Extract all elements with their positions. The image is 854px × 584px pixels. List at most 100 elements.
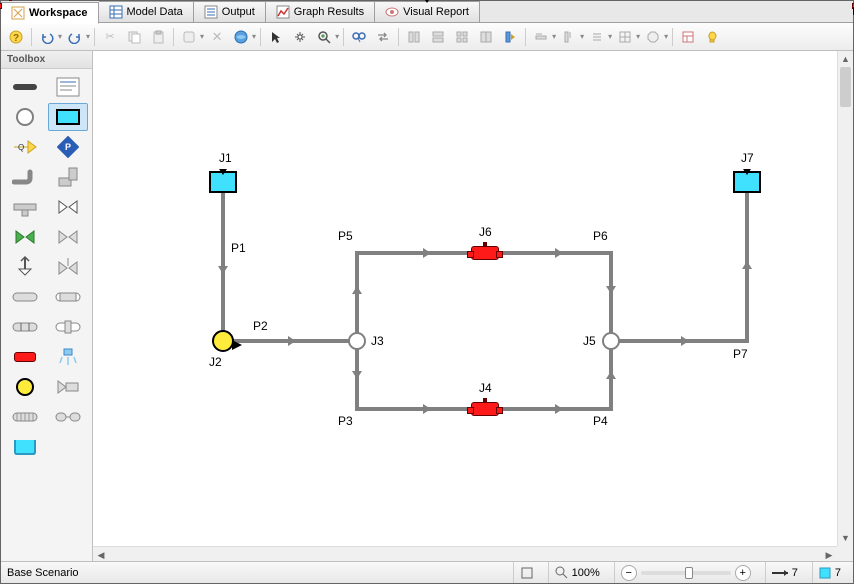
svg-text:?: ? [13,33,19,44]
status-pipe-count: 7 [792,567,798,579]
junction-j3[interactable] [348,332,366,350]
pipe-label-p6: P6 [593,229,608,243]
workspace-icon [11,6,25,20]
help-icon[interactable]: ? [5,26,27,48]
swap-button[interactable] [372,26,394,48]
tool-separator[interactable] [48,403,89,431]
tab-label: Workspace [29,7,88,19]
annotate-2-button[interactable] [558,26,580,48]
pipe-label-p2: P2 [253,319,268,333]
delete-button[interactable] [178,26,200,48]
pan-button[interactable] [289,26,311,48]
tool-orifice-1[interactable] [5,313,46,341]
junction-j2-pump[interactable] [212,330,234,352]
annotate-1-button[interactable] [530,26,552,48]
tool-vent[interactable] [5,253,46,281]
tool-valve-generic[interactable] [48,193,89,221]
tool-elbow[interactable] [48,163,89,191]
zoom-out-button[interactable]: − [621,565,637,581]
layout-3-button[interactable] [451,26,473,48]
tool-annotation[interactable] [48,73,89,101]
tool-relief[interactable] [48,253,89,281]
status-junction-count: 7 [835,567,841,579]
tip-button[interactable] [701,26,723,48]
label-j7: J7 [741,151,754,165]
pipe-branch-j5[interactable] [609,251,613,411]
pipe-count-icon [772,568,788,578]
tool-tank[interactable] [5,433,46,461]
label-j3: J3 [371,334,384,348]
tool-hx-1[interactable] [5,283,46,311]
zoom-icon [555,566,568,579]
tab-label: Model Data [127,6,183,18]
junction-j4-valve[interactable] [471,402,499,416]
status-zoom: 100% [572,567,600,579]
tool-reservoir[interactable] [48,103,89,131]
label-j5: J5 [583,334,596,348]
tool-valve-2[interactable] [48,223,89,251]
junction-count-icon [819,567,831,579]
workspace-canvas[interactable]: P1 P2 P5 P3 P6 P4 [93,51,837,546]
globe-button[interactable] [230,26,252,48]
view-tabs: Workspace Model Data Output Graph Result… [1,1,853,23]
tab-graph-results[interactable]: Graph Results [266,1,375,22]
tool-junction[interactable] [5,103,46,131]
tab-label: Output [222,6,255,18]
tool-pump[interactable] [5,373,46,401]
copy-button[interactable] [123,26,145,48]
tool-check-valve[interactable] [5,223,46,251]
tool-tee[interactable] [5,193,46,221]
zoom-slider[interactable] [641,571,731,575]
junction-j1-reservoir[interactable] [209,171,237,193]
layout-4-button[interactable] [475,26,497,48]
workspace-canvas-wrap: P1 P2 P5 P3 P6 P4 [93,51,853,562]
stop-button[interactable] [642,26,664,48]
tab-model-data[interactable]: Model Data [99,1,194,22]
junction-j6-valve[interactable] [471,246,499,260]
tab-visual-report[interactable]: Visual Report [375,1,480,22]
tool-assigned-flow[interactable]: Q [5,133,46,161]
tool-assigned-pressure[interactable]: P [48,133,89,161]
remove-button[interactable]: ✕ [206,26,228,48]
tool-compressor[interactable] [48,373,89,401]
run-button[interactable] [499,26,521,48]
list-button[interactable] [586,26,608,48]
tool-spray[interactable] [48,343,89,371]
toolbox-title: Toolbox [1,51,92,69]
label-j1: J1 [219,151,232,165]
pipe-branch-j3[interactable] [355,251,359,411]
svg-text:P: P [65,142,71,152]
tool-orifice-2[interactable] [48,313,89,341]
output-icon [204,5,218,19]
grid-button[interactable] [614,26,636,48]
junction-j5[interactable] [602,332,620,350]
tool-pipe[interactable] [5,73,46,101]
paste-button[interactable] [147,26,169,48]
tool-control-valve[interactable] [5,343,46,371]
status-fit-button[interactable] [513,562,540,583]
visual-report-icon [385,5,399,19]
vertical-scrollbar[interactable]: ▲▼ [837,51,853,546]
redo-button[interactable] [64,26,86,48]
tab-workspace[interactable]: Workspace [1,2,99,24]
tab-label: Graph Results [294,6,364,18]
tool-bend[interactable] [5,163,46,191]
pointer-button[interactable] [265,26,287,48]
layout-2-button[interactable] [427,26,449,48]
zoom-button[interactable] [313,26,335,48]
scroll-corner [837,546,853,562]
horizontal-scrollbar[interactable]: ◀▶ [93,546,837,562]
undo-button[interactable] [36,26,58,48]
tool-hx-2[interactable] [48,283,89,311]
tool-screen[interactable] [5,403,46,431]
graph-icon [276,5,290,19]
tab-label: Visual Report [403,6,469,18]
model-data-icon [109,5,123,19]
properties-button[interactable] [677,26,699,48]
cut-button[interactable]: ✂ [99,26,121,48]
find-button[interactable] [348,26,370,48]
tab-output[interactable]: Output [194,1,266,22]
zoom-in-button[interactable]: + [735,565,751,581]
layout-1-button[interactable] [403,26,425,48]
junction-j7-reservoir[interactable] [733,171,761,193]
